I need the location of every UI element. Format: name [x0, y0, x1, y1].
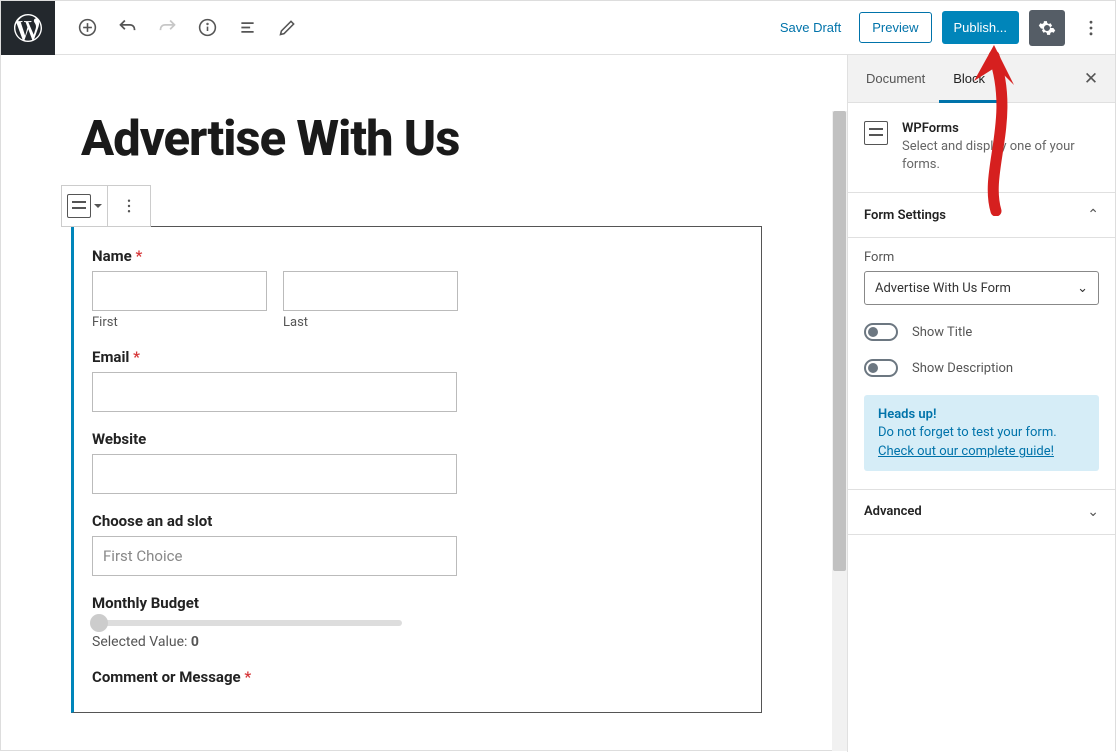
budget-value: Selected Value: 0 — [92, 634, 743, 650]
heads-up-notice: Heads up! Do not forget to test your for… — [864, 395, 1099, 471]
email-input[interactable] — [92, 372, 457, 412]
more-options-button[interactable] — [1075, 10, 1107, 46]
tab-document[interactable]: Document — [852, 55, 939, 103]
budget-label: Monthly Budget — [92, 594, 743, 612]
required-asterisk: * — [133, 348, 140, 366]
block-navigation-button[interactable] — [229, 10, 265, 46]
block-help-text: Select and display one of your forms. — [902, 138, 1099, 174]
notice-heading: Heads up! — [878, 407, 1085, 422]
editor-canvas[interactable]: Advertise With Us Name * First — [1, 55, 832, 752]
show-description-toggle-row: Show Description — [864, 359, 1099, 377]
required-asterisk: * — [135, 247, 142, 265]
notice-text: Do not forget to test your form. — [878, 425, 1085, 440]
content-info-button[interactable] — [189, 10, 225, 46]
show-description-label: Show Description — [912, 361, 1013, 376]
block-title: WPForms — [902, 121, 1099, 136]
email-label: Email * — [92, 348, 743, 366]
email-field: Email * — [92, 348, 743, 412]
last-name-input[interactable] — [283, 271, 458, 311]
scrollbar[interactable] — [832, 111, 847, 751]
publish-button[interactable]: Publish... — [942, 11, 1019, 44]
website-input[interactable] — [92, 454, 457, 494]
editor-main: Advertise With Us Name * First — [1, 55, 1115, 752]
last-sublabel: Last — [283, 315, 458, 330]
editor-top-toolbar: Save Draft Preview Publish... — [1, 1, 1115, 55]
required-asterisk: * — [244, 668, 251, 686]
first-sublabel: First — [92, 315, 267, 330]
slider-thumb-icon[interactable] — [90, 614, 108, 632]
show-title-toggle[interactable] — [864, 323, 898, 341]
show-description-toggle[interactable] — [864, 359, 898, 377]
budget-field: Monthly Budget Selected Value: 0 — [92, 594, 743, 650]
block-description: WPForms Select and display one of your f… — [848, 103, 1115, 193]
chevron-down-icon: ⌄ — [1087, 504, 1099, 520]
chevron-up-icon: ⌃ — [1087, 207, 1099, 223]
form-settings-title: Form Settings — [864, 208, 946, 223]
first-name-input[interactable] — [92, 271, 267, 311]
website-label: Website — [92, 430, 743, 448]
redo-button[interactable] — [149, 10, 185, 46]
name-label: Name * — [92, 247, 743, 265]
advanced-panel-header[interactable]: Advanced ⌄ — [848, 490, 1115, 535]
form-select[interactable]: Advertise With Us Form ⌄ — [864, 271, 1099, 305]
form-select-value: Advertise With Us Form — [875, 281, 1011, 296]
add-block-button[interactable] — [69, 10, 105, 46]
block-more-button[interactable] — [108, 186, 150, 226]
wpforms-block[interactable]: Name * First Last Email * — [71, 226, 762, 713]
scroll-thumb[interactable] — [833, 111, 846, 571]
preview-button[interactable]: Preview — [859, 12, 931, 43]
close-sidebar-button[interactable]: ✕ — [1071, 59, 1111, 99]
show-title-toggle-row: Show Title — [864, 323, 1099, 341]
page-title[interactable]: Advertise With Us — [71, 110, 762, 167]
save-draft-button[interactable]: Save Draft — [772, 12, 849, 43]
budget-slider[interactable] — [92, 620, 402, 626]
form-settings-panel-body: Form Advertise With Us Form ⌄ Show Title… — [848, 238, 1115, 490]
wpforms-icon — [67, 194, 91, 218]
website-field: Website — [92, 430, 743, 494]
advanced-title: Advanced — [864, 504, 922, 520]
editor-tools — [55, 10, 305, 46]
block-type-button[interactable] — [62, 186, 108, 226]
adslot-select[interactable]: First Choice — [92, 536, 457, 576]
editor-publish-actions: Save Draft Preview Publish... — [772, 10, 1115, 46]
name-field: Name * First Last — [92, 247, 743, 330]
undo-button[interactable] — [109, 10, 145, 46]
comment-field: Comment or Message * — [92, 668, 743, 686]
form-select-label: Form — [864, 250, 1099, 265]
edit-button[interactable] — [269, 10, 305, 46]
comment-label: Comment or Message * — [92, 668, 743, 686]
settings-sidebar: Document Block ✕ WPForms Select and disp… — [847, 55, 1115, 752]
sidebar-tabs: Document Block ✕ — [848, 55, 1115, 103]
notice-link[interactable]: Check out our complete guide! — [878, 444, 1054, 459]
adslot-label: Choose an ad slot — [92, 512, 743, 530]
adslot-field: Choose an ad slot First Choice — [92, 512, 743, 576]
adslot-placeholder: First Choice — [103, 547, 182, 565]
show-title-label: Show Title — [912, 325, 972, 340]
block-toolbar — [61, 185, 151, 227]
chevron-down-icon: ⌄ — [1077, 281, 1088, 296]
form-settings-panel-header[interactable]: Form Settings ⌃ — [848, 193, 1115, 238]
settings-button[interactable] — [1029, 10, 1065, 46]
wordpress-logo[interactable] — [1, 1, 55, 55]
wpforms-icon — [864, 121, 888, 145]
tab-block[interactable]: Block — [939, 55, 999, 103]
